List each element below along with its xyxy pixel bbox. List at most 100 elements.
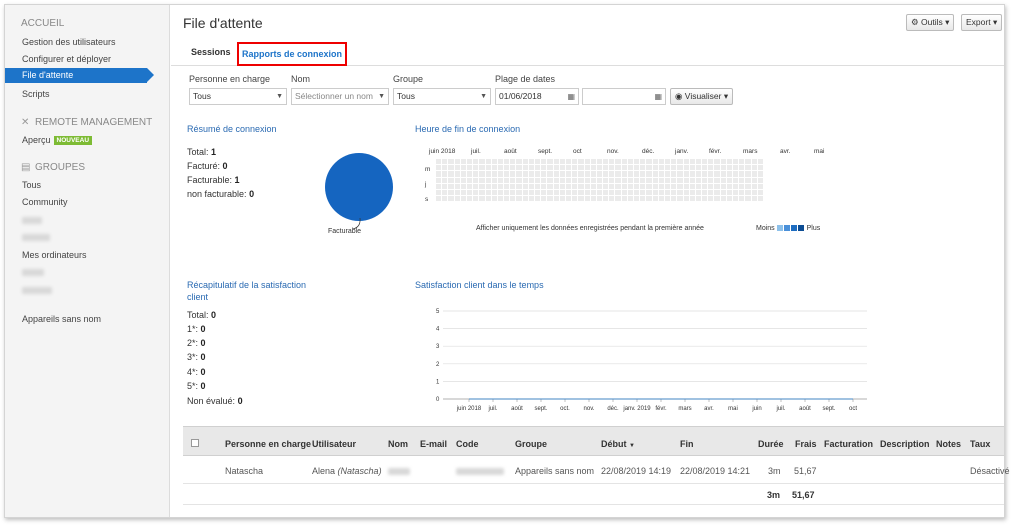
groups-icon: ▤	[21, 162, 31, 173]
calendar-icon[interactable]: ▦	[567, 89, 575, 104]
cell-taux[interactable]: Désactivé	[970, 466, 1010, 476]
resume-non-facturable: non facturable: 0	[187, 189, 255, 199]
heatmap-month-label: juin 2018	[429, 148, 456, 155]
sidebar-header-groupes: ▤ GROUPES	[21, 162, 86, 173]
x-tick-label: juin	[751, 406, 761, 412]
new-badge: NOUVEAU	[53, 136, 93, 145]
page-title: File d'attente	[183, 15, 263, 31]
cell-personne[interactable]: Natascha	[225, 466, 263, 476]
col-notes[interactable]: Notes	[936, 439, 961, 449]
sort-desc-icon: ▼	[629, 443, 635, 449]
heatmap-month-label: août	[504, 148, 517, 155]
col-description[interactable]: Description	[880, 439, 930, 449]
visualiser-button[interactable]: ◉ Visualiser ▾	[670, 88, 734, 105]
main-content: File d'attente ⚙ Outils ▾ Export ▾ Sessi…	[171, 5, 1010, 517]
col-groupe[interactable]: Groupe	[515, 439, 547, 449]
date-start-input[interactable]: 01/06/2018 ▦	[495, 88, 579, 105]
col-taux[interactable]: Taux	[970, 439, 990, 449]
outils-button[interactable]: ⚙ Outils ▾	[906, 14, 955, 31]
col-code[interactable]: Code	[456, 439, 479, 449]
cell-code-redacted[interactable]	[456, 468, 504, 475]
y-tick-label: 0	[436, 397, 440, 403]
row-divider	[183, 483, 1004, 484]
col-fin[interactable]: Fin	[680, 439, 694, 449]
resume-total: Total: 1	[187, 147, 217, 157]
y-tick-label: 2	[436, 362, 440, 368]
heatmap-row-label: j	[425, 181, 427, 188]
col-personne[interactable]: Personne en charge	[225, 439, 311, 449]
redacted-group[interactable]	[22, 234, 50, 241]
cell-duree[interactable]: 3m	[768, 466, 781, 476]
sidebar-item-apercu[interactable]: Aperçu NOUVEAU	[22, 135, 93, 145]
x-tick-label: sept.	[822, 406, 835, 412]
cell-debut[interactable]: 22/08/2019 14:19	[601, 466, 671, 476]
eye-icon: ◉	[675, 91, 683, 101]
sidebar-item-configurer[interactable]: Configurer et déployer	[22, 54, 111, 64]
sidebar-item-community[interactable]: Community	[22, 197, 68, 207]
x-tick-label: oct	[849, 406, 857, 412]
y-tick-label: 1	[436, 379, 440, 385]
heatmap-month-label: mars	[743, 148, 758, 155]
col-utilisateur[interactable]: Utilisateur	[312, 439, 356, 449]
sidebar-item-appareils-sans-nom[interactable]: Appareils sans nom	[22, 314, 101, 324]
tab-bar: Sessions Rapports de connexion	[171, 42, 1004, 66]
heatmap-month-label: déc.	[642, 148, 655, 155]
col-email[interactable]: E-mail	[420, 439, 447, 449]
resume-facture: Facturé: 0	[187, 161, 228, 171]
select-all-checkbox[interactable]	[191, 439, 199, 447]
col-nom[interactable]: Nom	[388, 439, 408, 449]
filter-personne-label: Personne en charge	[189, 74, 271, 84]
legend-swatch	[790, 225, 797, 231]
x-tick-label: déc.	[607, 406, 619, 412]
filter-nom-label: Nom	[291, 74, 311, 84]
satisfaction-5: 5*: 0	[187, 381, 206, 391]
row-divider	[183, 504, 1004, 505]
heatmap-legend: Moins Plus	[756, 225, 821, 232]
cell-nom-redacted[interactable]	[388, 468, 410, 475]
x-tick-label: juil.	[775, 406, 785, 412]
heatmap-grid	[434, 157, 764, 203]
heatmap-row-label: s	[425, 196, 429, 203]
legend-swatch	[797, 225, 804, 231]
satisfaction-line-chart: 0 1 2 3 4 5 juin 2018 juil. août sept. oct. nov. déc…	[436, 309, 867, 412]
y-tick-label: 4	[436, 327, 440, 333]
legend-swatch	[776, 225, 783, 231]
heatmap-month-label: févr.	[709, 148, 722, 155]
export-button[interactable]: Export ▾	[961, 14, 1003, 31]
sidebar-header-accueil: ACCUEIL	[21, 18, 65, 29]
caret-down-icon: ▾	[992, 17, 998, 27]
col-frais[interactable]: Frais	[795, 439, 817, 449]
sidebar-item-tous[interactable]: Tous	[22, 180, 41, 190]
heatmap-title: Heure de fin de connexion	[415, 124, 521, 134]
col-duree[interactable]: Durée	[758, 439, 784, 449]
y-tick-label: 5	[436, 309, 440, 315]
cell-groupe[interactable]: Appareils sans nom	[515, 466, 594, 476]
heatmap-month-label: mai	[814, 148, 825, 155]
x-tick-label: sept.	[534, 406, 547, 412]
y-tick-label: 3	[436, 344, 440, 350]
sidebar-item-file-attente[interactable]: File d'attente	[5, 68, 154, 83]
redacted-group[interactable]	[22, 287, 52, 294]
satisfaction-1: 1*: 0	[187, 324, 206, 334]
pie-label: Facturable	[328, 228, 362, 235]
date-end-input[interactable]: ▦	[582, 88, 666, 105]
tab-rapports-connexion[interactable]: Rapports de connexion	[237, 42, 347, 66]
col-facturation[interactable]: Facturation	[824, 439, 873, 449]
x-tick-label: juil.	[487, 406, 497, 412]
sidebar-item-mes-ordinateurs[interactable]: Mes ordinateurs	[22, 250, 87, 260]
cell-utilisateur[interactable]: Alena (Natascha)	[312, 466, 382, 476]
redacted-group[interactable]	[22, 269, 44, 276]
cell-fin[interactable]: 22/08/2019 14:21	[680, 466, 750, 476]
redacted-group[interactable]	[22, 217, 42, 224]
calendar-icon[interactable]: ▦	[654, 89, 662, 104]
col-debut[interactable]: Début ▼	[601, 439, 635, 449]
filter-nom-select[interactable]: Sélectionner un nom ▼	[291, 88, 389, 105]
filter-personne-select[interactable]: Tous ▼	[189, 88, 287, 105]
tab-sessions[interactable]: Sessions	[191, 47, 231, 57]
x-tick-label: janv. 2019	[622, 406, 651, 412]
sidebar-item-scripts[interactable]: Scripts	[22, 89, 50, 99]
cell-frais[interactable]: 51,67	[794, 466, 817, 476]
caret-down-icon: ▼	[378, 93, 385, 100]
sidebar-item-gestion-utilisateurs[interactable]: Gestion des utilisateurs	[22, 37, 116, 47]
filter-groupe-select[interactable]: Tous ▼	[393, 88, 491, 105]
